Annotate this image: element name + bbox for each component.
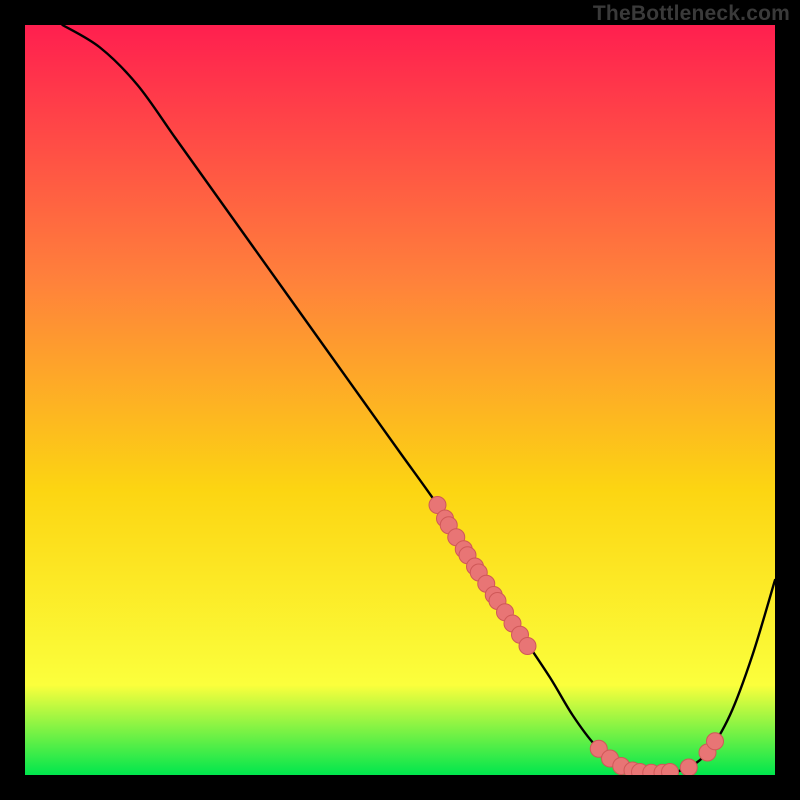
chart-container: TheBottleneck.com xyxy=(0,0,800,800)
plot-area xyxy=(25,25,775,775)
data-marker xyxy=(680,759,697,775)
data-marker xyxy=(707,733,724,750)
gradient-background xyxy=(25,25,775,775)
plot-svg xyxy=(25,25,775,775)
data-marker xyxy=(519,638,536,655)
watermark-text: TheBottleneck.com xyxy=(593,2,790,26)
